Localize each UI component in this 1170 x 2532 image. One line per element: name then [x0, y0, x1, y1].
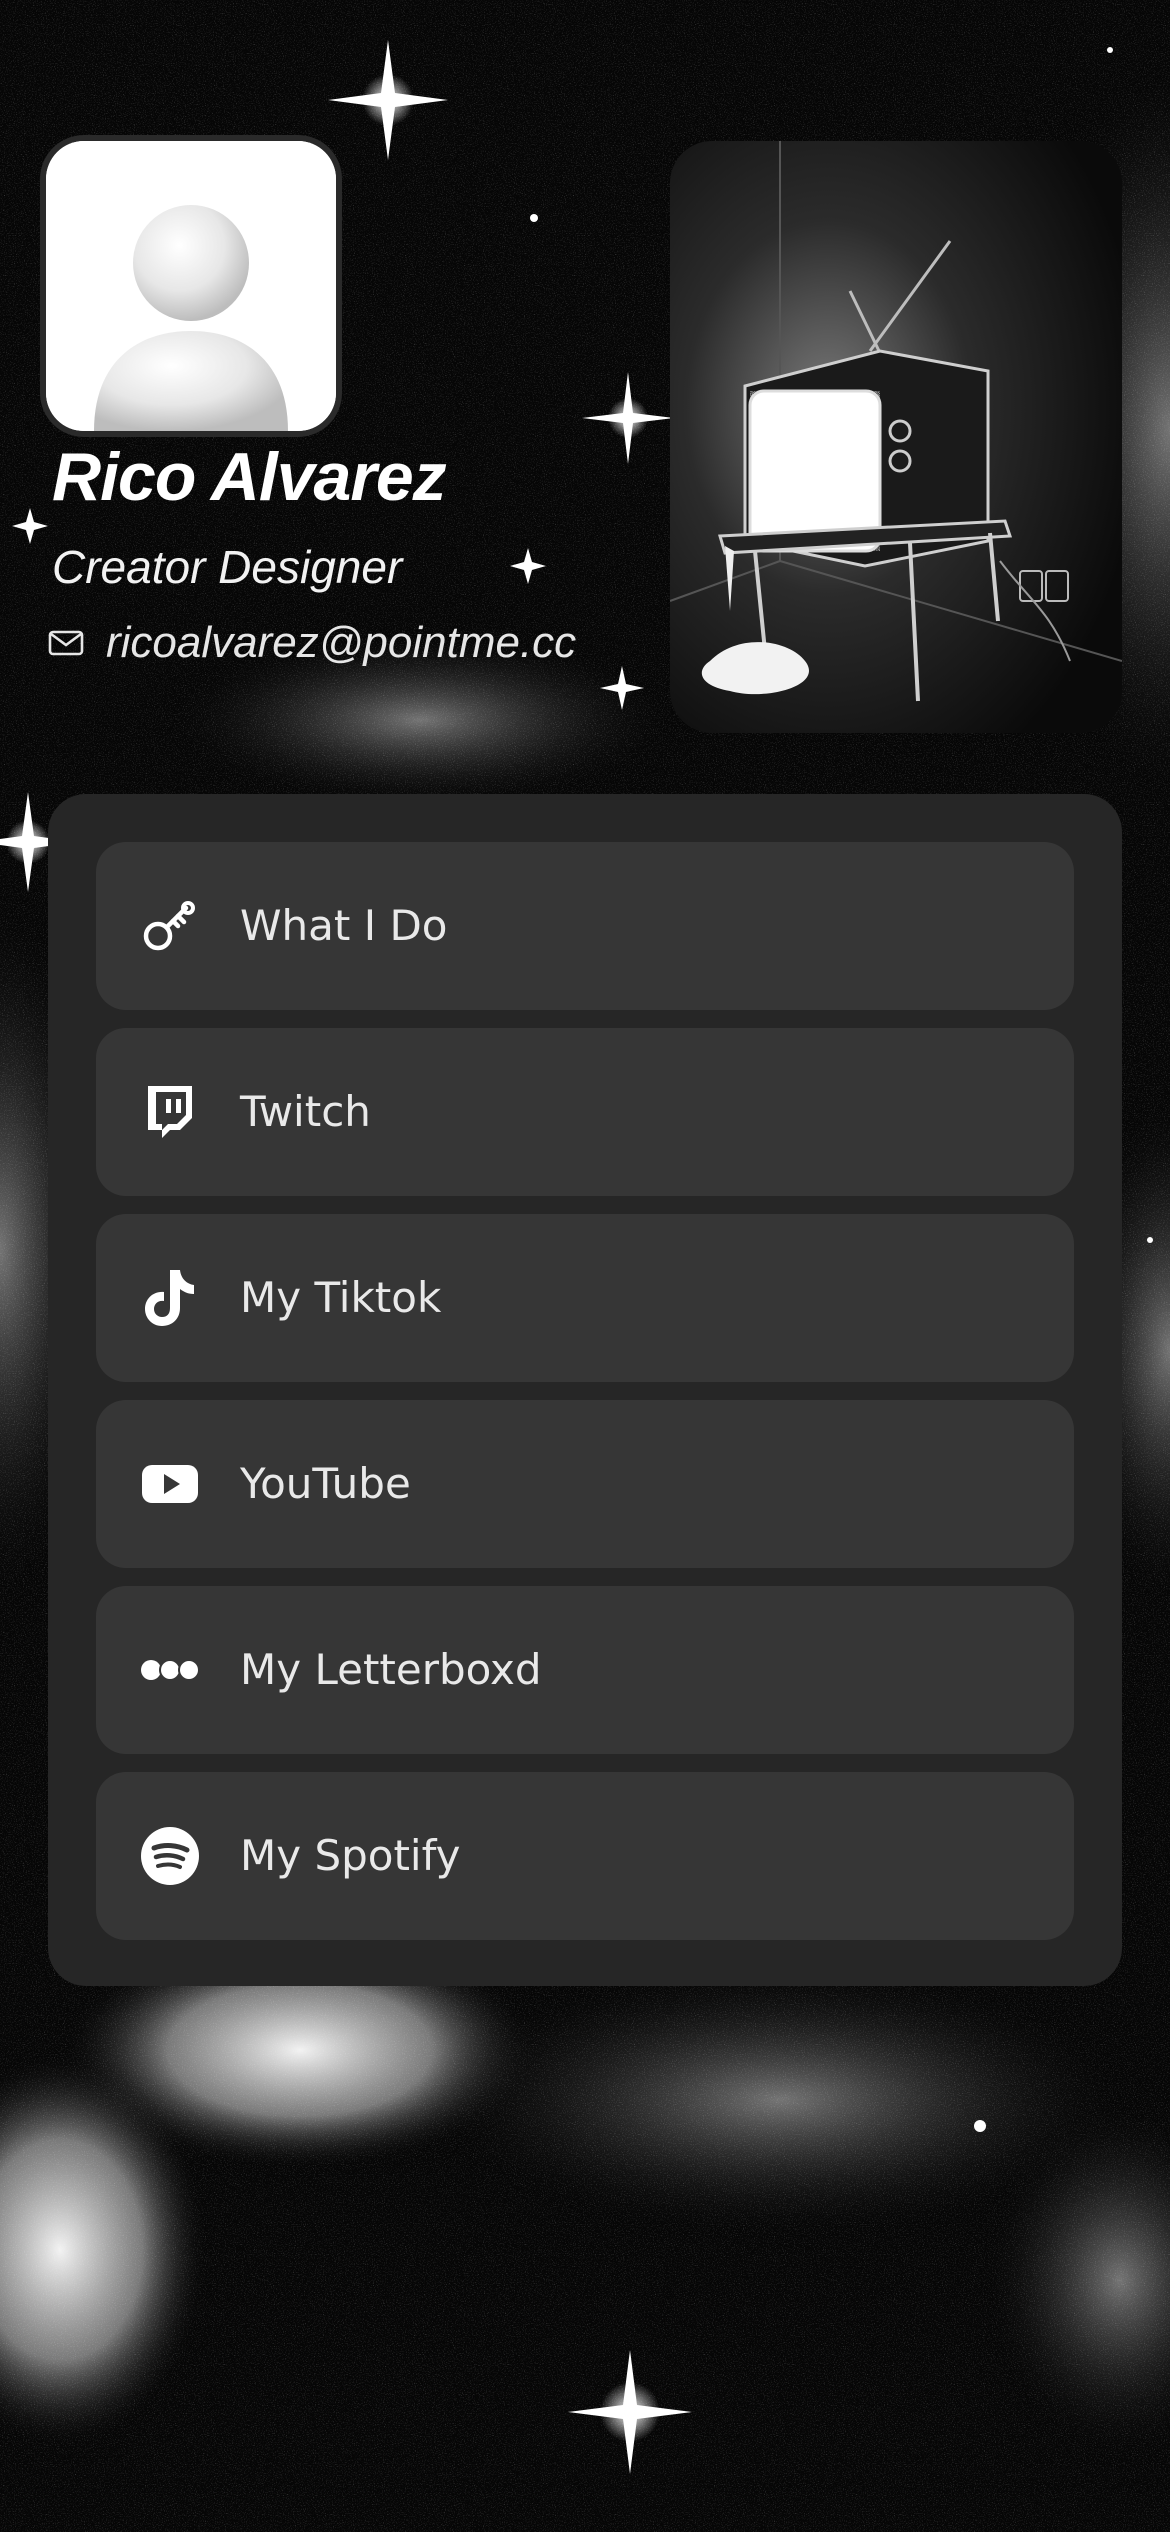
link-label: YouTube	[240, 1459, 411, 1508]
link-button-letterboxd[interactable]: My Letterboxd	[96, 1586, 1074, 1754]
link-button-tiktok[interactable]: My Tiktok	[96, 1214, 1074, 1382]
link-button-youtube[interactable]: YouTube	[96, 1400, 1074, 1568]
link-button-what-i-do[interactable]: What I Do	[96, 842, 1074, 1010]
email-link[interactable]: ricoalvarez@pointme.cc	[48, 612, 576, 674]
tv-illustration	[670, 141, 1122, 733]
spotify-icon	[140, 1826, 200, 1886]
profile-name: Rico Alvarez	[52, 439, 447, 515]
avatar	[46, 141, 336, 431]
profile-email: ricoalvarez@pointme.cc	[106, 618, 577, 667]
link-label: What I Do	[240, 901, 448, 950]
mail-icon	[48, 630, 84, 656]
link-button-twitch[interactable]: Twitch	[96, 1028, 1074, 1196]
link-label: My Tiktok	[240, 1273, 442, 1322]
user-placeholder-icon	[46, 141, 336, 431]
link-label: Twitch	[240, 1087, 371, 1136]
letterboxd-icon	[140, 1640, 200, 1700]
link-button-spotify[interactable]: My Spotify	[96, 1772, 1074, 1940]
link-label: My Spotify	[240, 1831, 461, 1880]
key-icon	[140, 896, 200, 956]
twitch-icon	[140, 1082, 200, 1142]
youtube-icon	[140, 1454, 200, 1514]
profile-role: Creator Designer	[52, 541, 403, 593]
tiktok-icon	[140, 1268, 200, 1328]
link-label: My Letterboxd	[240, 1645, 542, 1694]
